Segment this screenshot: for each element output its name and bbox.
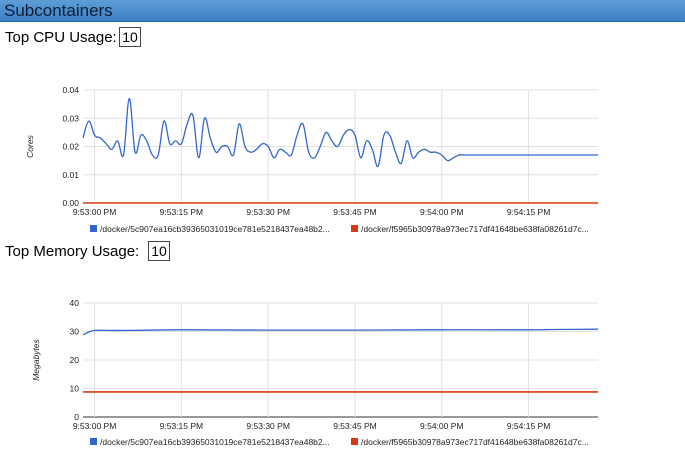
y-tick-label: 0.01	[62, 170, 79, 180]
legend-label[interactable]: /docker/5c907ea16cb39365031019ce781e5218…	[100, 224, 330, 234]
y-tick-label: 0.02	[62, 142, 79, 152]
y-axis-title: Cores	[25, 134, 35, 157]
x-tick-label: 9:53:45 PM	[333, 421, 376, 431]
legend-label[interactable]: /docker/5c907ea16cb39365031019ce781e5218…	[100, 437, 330, 447]
legend-label[interactable]: /docker/f5965b30978a973ec717df41648be638…	[361, 437, 589, 447]
x-tick-label: 9:53:15 PM	[160, 421, 203, 431]
legend-swatch	[90, 225, 97, 232]
x-tick-label: 9:53:00 PM	[73, 421, 116, 431]
y-axis-title: Megabytes	[31, 338, 41, 380]
x-tick-label: 9:53:45 PM	[333, 207, 376, 217]
x-tick-label: 9:53:15 PM	[160, 207, 203, 217]
y-tick-label: 10	[70, 384, 80, 394]
x-tick-label: 9:53:30 PM	[246, 207, 289, 217]
y-tick-label: 0.04	[62, 85, 79, 95]
x-tick-label: 9:54:00 PM	[420, 421, 463, 431]
x-tick-label: 9:54:15 PM	[507, 421, 550, 431]
x-tick-label: 9:54:15 PM	[507, 207, 550, 217]
memory-usage-chart: 0102030409:53:00 PM 9:53:15 PM 9:53:30 PM 9…	[31, 298, 599, 447]
legend-swatch	[90, 438, 97, 445]
legend-swatch	[351, 225, 358, 232]
x-tick-label: 9:54:00 PM	[420, 207, 463, 217]
legend-label[interactable]: /docker/f5965b30978a973ec717df41648be638…	[361, 224, 589, 234]
series-line-1	[82, 97, 598, 168]
cpu-usage-chart: 0.000.010.020.030.049:53:00 PM 9:53:15 PM…	[25, 85, 598, 234]
y-tick-label: 40	[70, 298, 80, 308]
y-tick-label: 0.03	[62, 113, 79, 123]
subcontainers-header: Subcontainers	[0, 0, 685, 22]
legend-swatch	[351, 438, 358, 445]
section-title: Subcontainers	[4, 1, 113, 20]
series-line-1	[82, 328, 599, 336]
x-tick-label: 9:53:30 PM	[246, 421, 289, 431]
y-tick-label: 30	[70, 327, 80, 337]
y-tick-label: 20	[70, 355, 80, 365]
x-tick-label: 9:53:00 PM	[73, 207, 116, 217]
